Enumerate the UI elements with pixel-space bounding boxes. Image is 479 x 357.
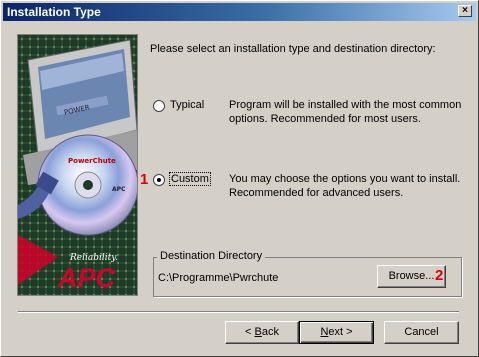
apc-logo: APC xyxy=(57,263,116,293)
browse-button-label: Browse... xyxy=(388,270,435,282)
back-button[interactable]: < Back xyxy=(225,321,299,344)
back-button-mnemonic: B xyxy=(254,326,262,338)
custom-description: You may choose the options you want to i… xyxy=(229,173,461,199)
next-button-label: ext > xyxy=(328,326,353,338)
radio-typical-label[interactable]: Typical xyxy=(170,99,204,111)
annotation-marker-1: 1 xyxy=(140,171,149,188)
radio-selected-dot xyxy=(157,178,161,182)
disc-label: PowerChute xyxy=(68,157,116,165)
cancel-button-label: Cancel xyxy=(404,326,439,338)
destination-path: C:\Programme\Pwrchute xyxy=(158,272,279,284)
typical-description: Program will be installed with the most … xyxy=(229,99,462,125)
apc-splash-graphic: POWER PowerChute APC Reliability. APC xyxy=(18,35,137,295)
close-button[interactable]: × xyxy=(458,5,472,17)
radio-typical-button[interactable] xyxy=(153,100,165,112)
destination-group-title: Destination Directory xyxy=(157,250,266,262)
cancel-button[interactable]: Cancel xyxy=(384,321,459,344)
next-button[interactable]: Next > xyxy=(299,321,374,344)
title-bar[interactable]: Installation Type × xyxy=(3,3,476,21)
annotation-marker-2: 2 xyxy=(435,267,444,284)
radio-custom-label[interactable]: Custom xyxy=(169,172,211,186)
footer-separator xyxy=(18,311,459,313)
back-button-label: ack xyxy=(261,326,279,338)
close-icon: × xyxy=(462,5,468,16)
instruction-text: Please select an installation type and d… xyxy=(150,43,436,55)
disc-brand: APC xyxy=(112,186,126,193)
tagline-text: Reliability. xyxy=(69,253,118,263)
back-button-arrow: < xyxy=(245,326,255,338)
radio-custom-button[interactable] xyxy=(153,174,165,186)
product-splash-image: POWER PowerChute APC Reliability. APC xyxy=(17,34,138,296)
window-title: Installation Type xyxy=(7,5,101,19)
